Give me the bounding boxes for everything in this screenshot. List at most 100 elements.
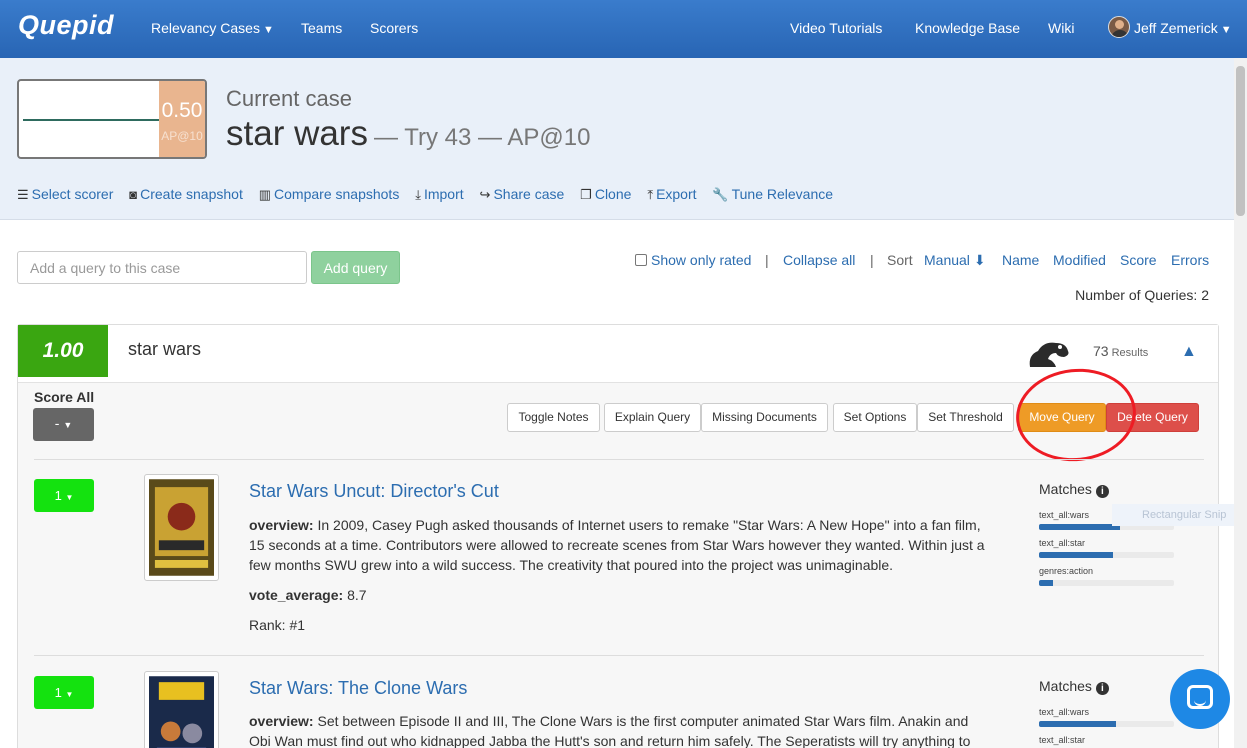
current-case-label: Current case bbox=[226, 86, 352, 111]
result-overview: overview: Set between Episode II and III… bbox=[249, 713, 971, 748]
matches-label: Matches i bbox=[1039, 481, 1109, 498]
compare-snapshots-link[interactable]: ▥ Compare snapshots bbox=[259, 186, 400, 203]
add-query-button[interactable]: Add query bbox=[311, 251, 400, 284]
case-actions: ☰ Select scorer ◙ Create snapshot ▥ Compare… bbox=[17, 186, 845, 203]
brand-logo[interactable]: Quepid bbox=[18, 10, 114, 41]
match-field: text_all:star bbox=[1039, 735, 1086, 745]
match-field: text_all:star bbox=[1039, 538, 1086, 548]
chart-icon: ▥ bbox=[258, 187, 272, 202]
rating-dropdown[interactable]: 1 ▼ bbox=[34, 676, 94, 709]
clone-icon: ❐ bbox=[580, 187, 592, 202]
download-icon: ⤓ bbox=[415, 187, 421, 202]
case-score-box: 0.50 AP@10 bbox=[17, 79, 207, 159]
nav-knowledge-base[interactable]: Knowledge Base bbox=[915, 20, 1020, 36]
result-divider bbox=[34, 459, 1204, 460]
query-header[interactable]: 1.00 star wars 73 Results ▲ bbox=[18, 325, 1218, 383]
nav-video-tutorials[interactable]: Video Tutorials bbox=[790, 20, 882, 36]
nav-teams[interactable]: Teams bbox=[301, 20, 342, 36]
avatar[interactable] bbox=[1108, 16, 1130, 38]
export-link[interactable]: ⤒ Export bbox=[647, 186, 696, 203]
caret-down-icon: ▼ bbox=[65, 690, 74, 699]
match-field: text_all:wars bbox=[1039, 510, 1090, 520]
share-case-link[interactable]: ↪ Share case bbox=[480, 186, 565, 203]
controls-separator: | bbox=[765, 252, 769, 268]
poster-image bbox=[149, 676, 214, 748]
result-divider bbox=[34, 655, 1204, 656]
score-sparkline bbox=[23, 119, 159, 121]
query-text[interactable]: star wars bbox=[128, 339, 201, 360]
info-icon[interactable]: i bbox=[1095, 485, 1109, 498]
set-options-button[interactable]: Set Options bbox=[833, 403, 917, 432]
score-all-dropdown[interactable]: - ▼ bbox=[33, 408, 94, 441]
scrollbar-thumb[interactable] bbox=[1236, 66, 1245, 216]
info-icon[interactable]: i bbox=[1095, 682, 1109, 695]
frog-icon bbox=[1029, 342, 1069, 367]
query-score: 1.00 bbox=[18, 325, 108, 377]
share-icon: ↪ bbox=[479, 187, 491, 202]
match-bar bbox=[1039, 721, 1174, 727]
nav-scorers[interactable]: Scorers bbox=[370, 20, 418, 36]
matches-label: Matches i bbox=[1039, 678, 1109, 695]
result-rank: Rank: #1 bbox=[249, 617, 306, 633]
sort-manual-link[interactable]: Manual ⬇ bbox=[924, 252, 986, 269]
add-query-input[interactable] bbox=[17, 251, 307, 284]
create-snapshot-link[interactable]: ◙ Create snapshot bbox=[129, 186, 243, 202]
score-all-label: Score All bbox=[34, 389, 95, 405]
nav-wiki[interactable]: Wiki bbox=[1048, 20, 1074, 36]
query-panel: 1.00 star wars 73 Results ▲ Score All - ▼… bbox=[17, 324, 1219, 748]
explain-query-button[interactable]: Explain Query bbox=[604, 403, 701, 432]
case-score-value: 0.50 bbox=[161, 99, 203, 122]
wrench-icon: 🔧 bbox=[712, 187, 729, 202]
chat-icon bbox=[1187, 685, 1213, 709]
nav-relevancy-cases[interactable]: Relevancy Cases ▼ bbox=[151, 20, 274, 36]
chevron-down-icon: ▼ bbox=[262, 24, 274, 36]
page-scrollbar[interactable] bbox=[1234, 58, 1247, 748]
result-title[interactable]: Star Wars: The Clone Wars bbox=[249, 678, 467, 699]
tune-relevance-link[interactable]: 🔧 Tune Relevance bbox=[712, 186, 833, 203]
show-only-rated-toggle[interactable]: Show only rated bbox=[635, 252, 751, 268]
nav-user-menu[interactable]: Jeff Zemerick ▼ bbox=[1134, 20, 1232, 36]
case-name[interactable]: star wars bbox=[226, 114, 368, 153]
number-of-queries: Number of Queries: 2 bbox=[1075, 287, 1209, 303]
rectangular-snip-overlay: Rectangular Snip bbox=[1112, 504, 1247, 526]
sort-name-link[interactable]: Name bbox=[1002, 252, 1039, 268]
list-icon: ☰ bbox=[17, 187, 29, 202]
movie-poster[interactable] bbox=[144, 474, 219, 581]
rating-dropdown[interactable]: 1 ▼ bbox=[34, 479, 94, 512]
camera-icon: ◙ bbox=[129, 187, 138, 202]
select-scorer-link[interactable]: ☰ Select scorer bbox=[17, 186, 113, 203]
caret-down-icon: ▼ bbox=[65, 493, 74, 502]
poster-image bbox=[149, 479, 214, 576]
match-field: text_all:wars bbox=[1039, 707, 1090, 717]
case-header: 0.50 AP@10 Current case star wars — Try 4… bbox=[0, 58, 1234, 220]
controls-separator: | bbox=[870, 252, 874, 268]
case-title: star wars — Try 43 — AP@10 bbox=[226, 114, 590, 154]
case-score: 0.50 AP@10 bbox=[159, 81, 205, 157]
show-only-rated-checkbox[interactable] bbox=[635, 254, 647, 266]
toggle-notes-button[interactable]: Toggle Notes bbox=[507, 403, 600, 432]
chevron-down-icon: ▼ bbox=[1220, 24, 1232, 36]
match-bar bbox=[1039, 552, 1174, 558]
import-link[interactable]: ⤓ Import bbox=[415, 186, 463, 203]
clone-link[interactable]: ❐ Clone bbox=[580, 186, 631, 203]
movie-poster[interactable] bbox=[144, 671, 219, 748]
arrow-down-icon: ⬇ bbox=[973, 252, 986, 268]
chat-launcher-button[interactable] bbox=[1170, 669, 1230, 729]
missing-documents-button[interactable]: Missing Documents bbox=[701, 403, 828, 432]
result-vote-average: vote_average: 8.7 bbox=[249, 587, 367, 603]
result-overview: overview: In 2009, Casey Pugh asked thou… bbox=[249, 517, 985, 573]
caret-down-icon: ▼ bbox=[63, 420, 73, 430]
result-title[interactable]: Star Wars Uncut: Director's Cut bbox=[249, 481, 499, 502]
match-field: genres:action bbox=[1039, 566, 1094, 576]
set-threshold-button[interactable]: Set Threshold bbox=[917, 403, 1014, 432]
navbar: Quepid Relevancy Cases ▼ Teams Scorers Vi… bbox=[0, 0, 1247, 58]
results-count: 73 Results bbox=[1093, 343, 1149, 359]
sort-score-link[interactable]: Score bbox=[1120, 252, 1157, 268]
sort-errors-link[interactable]: Errors bbox=[1171, 252, 1209, 268]
sort-modified-link[interactable]: Modified bbox=[1053, 252, 1106, 268]
match-bar bbox=[1039, 580, 1174, 586]
collapse-all-link[interactable]: Collapse all bbox=[783, 252, 855, 268]
collapse-query-icon[interactable]: ▲ bbox=[1181, 343, 1197, 361]
case-subtitle: — Try 43 — AP@10 bbox=[373, 124, 591, 151]
upload-icon: ⤒ bbox=[647, 187, 654, 202]
